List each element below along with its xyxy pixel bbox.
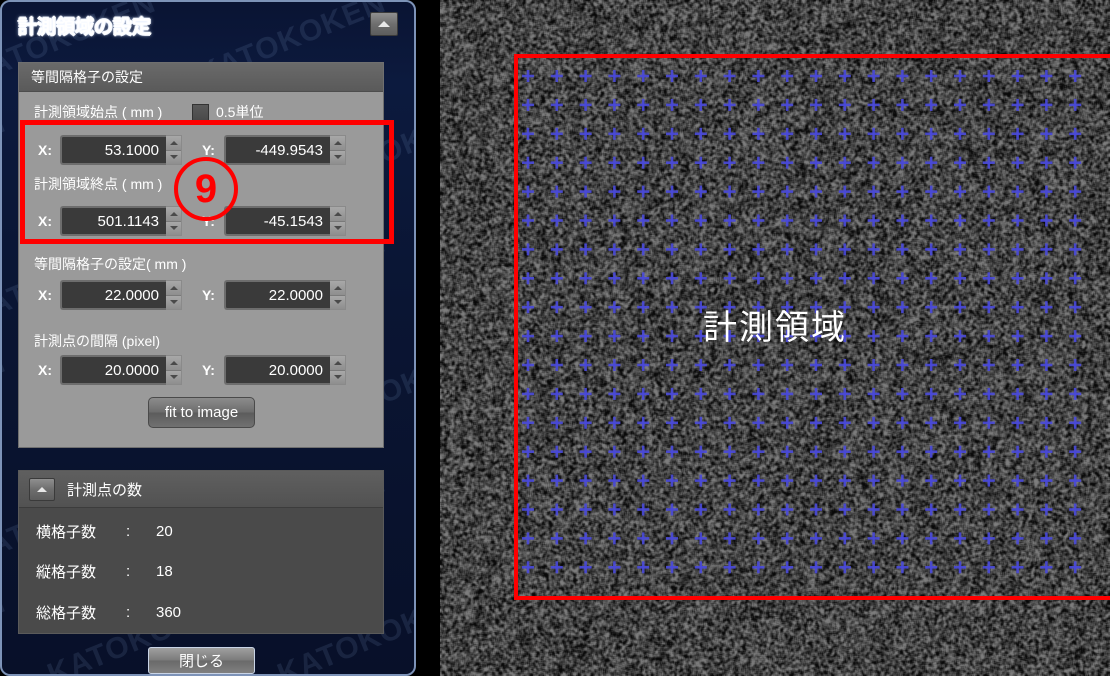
pitch-mm-x-spin-up-icon[interactable]	[166, 281, 181, 296]
close-button-label: 閉じる	[178, 653, 224, 670]
measurement-point-count-title: 計測点の数	[67, 481, 143, 499]
pitch-mm-x-value: 22.0000	[104, 286, 159, 304]
start-x-spin-up-icon[interactable]	[166, 136, 181, 151]
end-y-value: -45.1543	[263, 212, 323, 230]
end-y-field[interactable]: -45.1543	[224, 206, 330, 236]
count-value: 360	[156, 604, 182, 621]
end-x-field[interactable]: 501.1143	[60, 206, 166, 236]
grid-settings-group-header: 等間隔格子の設定	[19, 63, 383, 92]
end-x-spin-buttons[interactable]	[166, 206, 182, 236]
collapse-up-icon[interactable]	[370, 12, 398, 36]
start-y-spin-up-icon[interactable]	[330, 136, 345, 151]
count-label: 総格子数	[36, 605, 97, 622]
pitch-px-y-field[interactable]: 20.0000	[224, 355, 330, 385]
watermark-text: KATOKOKEN	[2, 345, 11, 452]
start-x-spin-buttons[interactable]	[166, 135, 182, 165]
pitch-px-x-field[interactable]: 20.0000	[60, 355, 166, 385]
pitch-mm-x-stepper[interactable]: 22.0000	[60, 280, 182, 310]
pitch-mm-row: X: 22.0000 Y: 22.0000	[38, 280, 346, 310]
pitch-px-x-axis-label: X:	[38, 362, 52, 378]
watermark-text: KATOKOKEN	[2, 105, 11, 212]
pitch-px-y-stepper[interactable]: 20.0000	[224, 355, 346, 385]
end-point-label: 計測領域終点 ( mm )	[34, 176, 163, 192]
watermark-text: KATOKOKEN	[2, 585, 11, 676]
end-x-value: 501.1143	[97, 212, 159, 230]
count-label: 縦格子数	[36, 564, 97, 581]
pitch-mm-x-spin-down-icon[interactable]	[166, 295, 181, 309]
measurement-area-settings-dialog: 計測領域の設定 等間隔格子の設定 計測領域始点 ( mm ) 0.5単位 X: …	[0, 0, 416, 676]
pitch-px-y-axis-label: Y:	[202, 362, 215, 378]
end-x-spin-down-icon[interactable]	[166, 221, 181, 235]
count-value: 20	[156, 523, 173, 540]
pitch-mm-label: 等間隔格子の設定( mm )	[34, 256, 187, 272]
pitch-mm-y-field[interactable]: 22.0000	[224, 280, 330, 310]
end-y-stepper[interactable]: -45.1543	[224, 206, 346, 236]
collapse-up-icon[interactable]	[29, 477, 55, 501]
pitch-px-label: 計測点の間隔 (pixel)	[34, 333, 161, 349]
start-x-axis-label: X:	[38, 142, 52, 158]
triangle-up-glyph	[37, 486, 47, 492]
pitch-mm-y-axis-label: Y:	[202, 287, 215, 303]
half-unit-checkbox[interactable]	[192, 104, 209, 121]
start-x-field[interactable]: 53.1000	[60, 135, 166, 165]
end-x-axis-label: X:	[38, 213, 52, 229]
start-x-spin-down-icon[interactable]	[166, 150, 181, 164]
annotation-step-number: 9	[174, 157, 238, 221]
pitch-px-row: X: 20.0000 Y: 20.0000	[38, 355, 346, 385]
start-y-spin-down-icon[interactable]	[330, 150, 345, 164]
fit-to-image-label: fit to image	[164, 404, 239, 421]
pitch-mm-y-spin-buttons[interactable]	[330, 280, 346, 310]
pitch-px-x-spin-buttons[interactable]	[166, 355, 182, 385]
count-row-vertical: 縦格子数 : 18	[36, 561, 173, 582]
triangle-up-glyph	[378, 21, 390, 27]
pitch-mm-y-value: 22.0000	[268, 286, 323, 304]
count-separator: :	[126, 523, 131, 540]
start-y-spin-buttons[interactable]	[330, 135, 346, 165]
count-row-total: 総格子数 : 360	[36, 602, 181, 623]
end-y-spin-up-icon[interactable]	[330, 207, 345, 222]
start-y-field[interactable]: -449.9543	[224, 135, 330, 165]
dialog-title: 計測領域の設定	[18, 17, 152, 38]
pitch-px-y-spin-up-icon[interactable]	[330, 356, 345, 371]
start-y-value: -449.9543	[255, 141, 323, 159]
pitch-px-y-value: 20.0000	[268, 361, 323, 379]
count-label: 横格子数	[36, 524, 97, 541]
pitch-mm-x-axis-label: X:	[38, 287, 52, 303]
pitch-px-y-spin-buttons[interactable]	[330, 355, 346, 385]
speckle-image-panel[interactable]: 計測領域	[440, 0, 1110, 676]
pitch-mm-y-spin-down-icon[interactable]	[330, 295, 345, 309]
count-value: 18	[156, 563, 173, 580]
pitch-mm-x-spin-buttons[interactable]	[166, 280, 182, 310]
half-unit-label: 0.5単位	[216, 104, 264, 120]
end-x-stepper[interactable]: 501.1143	[60, 206, 182, 236]
measurement-region-label: 計測領域	[703, 309, 847, 347]
pitch-px-x-stepper[interactable]: 20.0000	[60, 355, 182, 385]
start-point-label: 計測領域始点 ( mm )	[34, 104, 163, 120]
close-button[interactable]: 閉じる	[148, 647, 255, 674]
start-x-value: 53.1000	[104, 141, 159, 159]
count-separator: :	[126, 563, 131, 580]
fit-to-image-button[interactable]: fit to image	[148, 397, 255, 428]
start-y-axis-label: Y:	[202, 142, 215, 158]
count-row-horizontal: 横格子数 : 20	[36, 521, 173, 542]
pitch-px-x-spin-up-icon[interactable]	[166, 356, 181, 371]
measurement-point-count-header[interactable]: 計測点の数	[19, 471, 383, 508]
pitch-px-y-spin-down-icon[interactable]	[330, 370, 345, 384]
pitch-mm-x-field[interactable]: 22.0000	[60, 280, 166, 310]
end-x-spin-up-icon[interactable]	[166, 207, 181, 222]
dialog-titlebar: 計測領域の設定	[2, 2, 414, 48]
pitch-px-x-spin-down-icon[interactable]	[166, 370, 181, 384]
pitch-mm-y-stepper[interactable]: 22.0000	[224, 280, 346, 310]
count-separator: :	[126, 604, 131, 621]
start-y-stepper[interactable]: -449.9543	[224, 135, 346, 165]
pitch-mm-y-spin-up-icon[interactable]	[330, 281, 345, 296]
pitch-px-x-value: 20.0000	[104, 361, 159, 379]
end-y-spin-down-icon[interactable]	[330, 221, 345, 235]
start-x-stepper[interactable]: 53.1000	[60, 135, 182, 165]
grid-settings-group-title: 等間隔格子の設定	[31, 69, 143, 85]
end-y-spin-buttons[interactable]	[330, 206, 346, 236]
